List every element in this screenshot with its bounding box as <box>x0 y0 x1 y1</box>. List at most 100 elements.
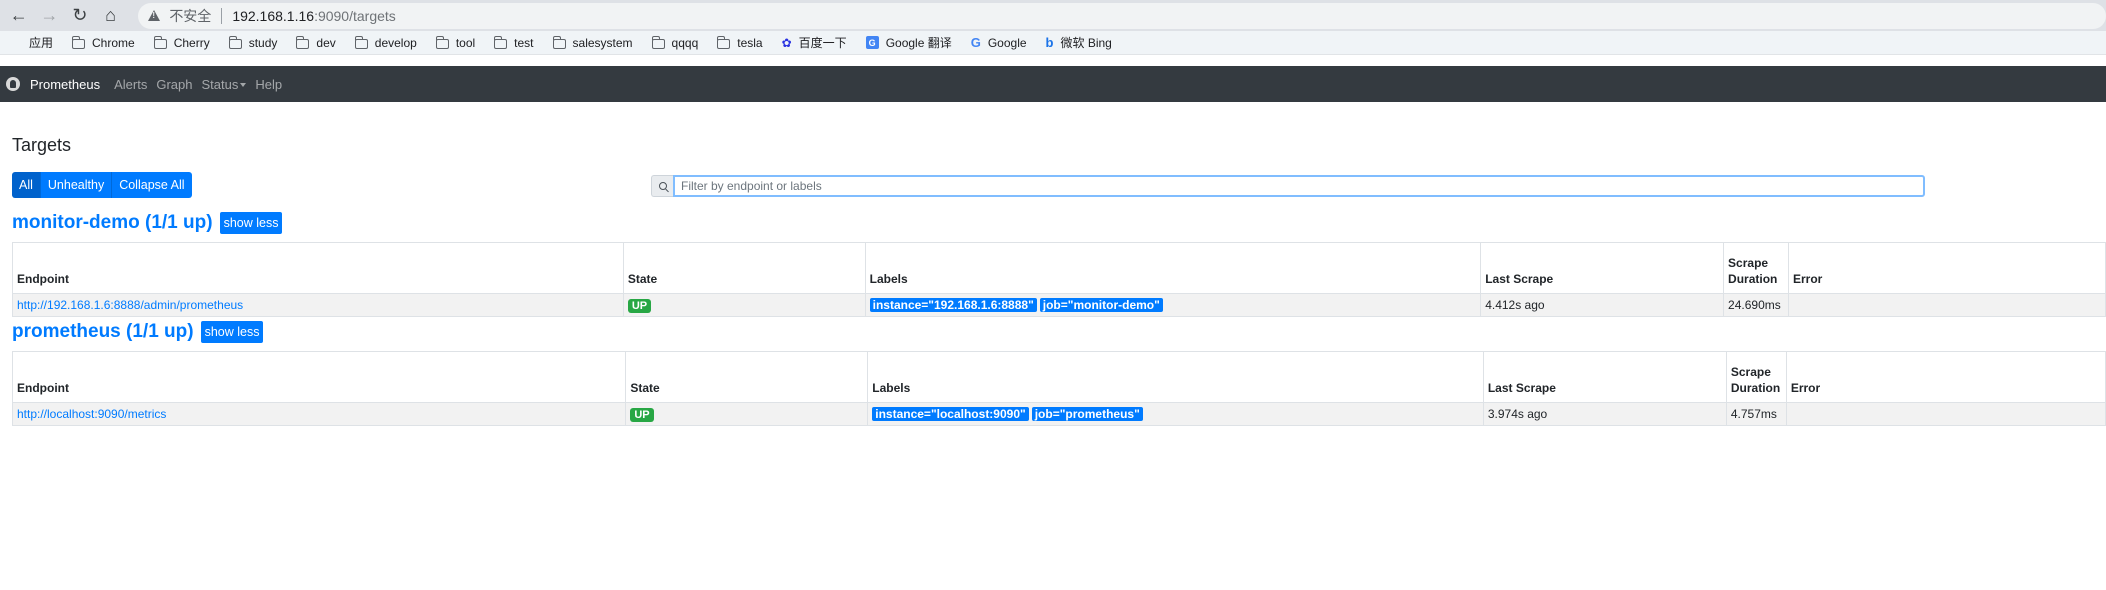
header-labels: Labels <box>867 351 1484 403</box>
bing-icon: b <box>1045 35 1054 50</box>
table-header-row: Endpoint State Labels Last Scrape Scrape… <box>12 242 2106 294</box>
browser-toolbar: ← → ↻ ⌂ 不安全 192.168.1.16:9090/targets <box>0 0 2106 31</box>
collapse-all-button[interactable]: Collapse All <box>112 172 192 198</box>
bookmark-folder-salesystem[interactable]: salesystem <box>552 35 633 50</box>
filter-bar <box>651 175 1925 197</box>
brand-link[interactable]: Prometheus <box>30 77 100 92</box>
bookmark-folder-study[interactable]: study <box>228 35 277 50</box>
header-scrape-duration: Scrape Duration <box>1723 242 1789 294</box>
nav-status-label: Status <box>201 76 239 92</box>
folder-icon <box>153 35 167 49</box>
folder-icon <box>651 35 665 49</box>
google-icon: G <box>970 35 981 50</box>
back-arrow-icon[interactable]: ← <box>6 3 32 29</box>
url-host: 192.168.1.16 <box>232 7 315 24</box>
unhealthy-button[interactable]: Unhealthy <box>40 172 113 198</box>
bookmark-folder-chrome[interactable]: Chrome <box>72 35 135 50</box>
folder-icon <box>717 35 731 49</box>
state-badge: UP <box>627 299 652 313</box>
reload-icon[interactable]: ↻ <box>67 3 93 29</box>
bookmark-baidu[interactable]: ✿ 百度一下 <box>782 34 847 51</box>
bookmark-label: tool <box>455 35 476 50</box>
bookmark-bing[interactable]: b 微软 Bing <box>1046 34 1112 51</box>
prometheus-logo-icon[interactable] <box>6 77 20 91</box>
nav-help[interactable]: Help <box>255 77 282 92</box>
header-scrape-duration-line2: Duration <box>1730 381 1781 395</box>
bookmark-label: 百度一下 <box>798 36 847 50</box>
filter-input[interactable] <box>673 175 1925 197</box>
bookmark-label: qqqq <box>671 35 699 50</box>
bookmark-label: dev <box>316 35 336 50</box>
show-less-button[interactable]: show less <box>219 212 283 234</box>
label-badge: instance="192.168.1.6:8888" <box>869 298 1037 312</box>
job-title[interactable]: prometheus (1/1 up) <box>12 321 194 343</box>
url-path: :9090/targets <box>314 7 396 24</box>
folder-icon <box>552 35 566 49</box>
duration-cell: 4.757ms <box>1725 402 1787 426</box>
state-cell: UP <box>625 402 869 426</box>
duration-cell: 24.690ms <box>1723 293 1789 317</box>
endpoint-link[interactable]: http://192.168.1.6:8888/admin/prometheus <box>12 293 624 317</box>
bookmarks-bar: 应用 Chrome Cherry study dev develop tool … <box>0 31 2106 55</box>
header-error: Error <box>1785 351 2106 403</box>
header-last-scrape: Last Scrape <box>1480 242 1725 294</box>
forward-arrow-icon[interactable]: → <box>37 3 63 29</box>
app-navbar: Prometheus Alerts Graph Status Help <box>0 66 2106 102</box>
header-scrape-duration-line2: Duration <box>1728 272 1778 286</box>
bookmark-folder-dev[interactable]: dev <box>296 35 336 50</box>
table-header-row: Endpoint State Labels Last Scrape Scrape… <box>11 351 2106 403</box>
bookmark-apps[interactable]: 应用 <box>10 34 53 51</box>
nav-graph[interactable]: Graph <box>156 77 192 92</box>
bookmark-folder-tesla[interactable]: tesla <box>717 35 763 50</box>
last-scrape-cell: 4.412s ago <box>1480 293 1725 317</box>
insecure-label: 不安全 <box>169 7 212 24</box>
header-endpoint: Endpoint <box>11 351 627 403</box>
caret-down-icon <box>240 83 247 88</box>
last-scrape-cell: 3.974s ago <box>1482 402 1727 426</box>
bookmark-label: 应用 <box>29 36 54 50</box>
nav-alerts[interactable]: Alerts <box>114 77 147 92</box>
folder-icon <box>494 35 508 49</box>
labels-cell: instance="localhost:9090" job="prometheus… <box>867 402 1484 426</box>
url-divider <box>221 7 223 24</box>
targets-table-prometheus: Endpoint State Labels Last Scrape Scrape… <box>11 351 2106 426</box>
state-badge: UP <box>630 408 654 422</box>
header-last-scrape: Last Scrape <box>1482 351 1727 403</box>
bookmark-folder-develop[interactable]: develop <box>354 35 417 50</box>
header-endpoint: Endpoint <box>12 242 624 294</box>
labels-cell: instance="192.168.1.6:8888" job="monitor-… <box>864 293 1482 317</box>
home-icon[interactable]: ⌂ <box>98 3 124 29</box>
endpoint-link[interactable]: http://localhost:9090/metrics <box>11 402 627 426</box>
search-icon <box>658 182 667 190</box>
bookmark-label: Chrome <box>92 35 135 50</box>
all-button[interactable]: All <box>12 172 41 198</box>
label-badge: job="monitor-demo" <box>1039 298 1163 312</box>
header-state: State <box>625 351 869 403</box>
show-less-button[interactable]: show less <box>200 321 264 343</box>
error-cell <box>1788 293 2106 317</box>
header-scrape-duration-line1: Scrape <box>1728 256 1769 270</box>
warning-icon <box>148 10 161 21</box>
nav-status-dropdown[interactable]: Status <box>201 76 247 92</box>
bookmark-google[interactable]: G Google <box>971 35 1027 50</box>
bookmark-label: develop <box>374 35 417 50</box>
bookmark-google-translate[interactable]: G Google 翻译 <box>865 34 952 51</box>
job-title[interactable]: monitor-demo (1/1 up) <box>12 212 213 234</box>
table-row: http://192.168.1.6:8888/admin/prometheus… <box>12 293 2106 317</box>
header-labels: Labels <box>864 242 1482 294</box>
bookmark-label: test <box>514 35 534 50</box>
bookmark-label: Cherry <box>173 35 210 50</box>
address-bar[interactable]: 不安全 192.168.1.16:9090/targets <box>138 2 2106 29</box>
header-scrape-duration-line1: Scrape <box>1730 365 1771 379</box>
bookmark-label: 微软 Bing <box>1060 36 1112 50</box>
table-row: http://localhost:9090/metrics UP instanc… <box>11 402 2106 426</box>
header-scrape-duration: Scrape Duration <box>1725 351 1787 403</box>
bookmark-label: Google 翻译 <box>885 36 952 50</box>
bookmark-folder-cherry[interactable]: Cherry <box>153 35 210 50</box>
targets-table-monitor-demo: Endpoint State Labels Last Scrape Scrape… <box>12 242 2106 317</box>
apps-icon <box>10 37 22 49</box>
header-error: Error <box>1788 242 2106 294</box>
bookmark-folder-tool[interactable]: tool <box>435 35 476 50</box>
bookmark-folder-qqqq[interactable]: qqqq <box>651 35 699 50</box>
bookmark-folder-test[interactable]: test <box>494 35 534 50</box>
